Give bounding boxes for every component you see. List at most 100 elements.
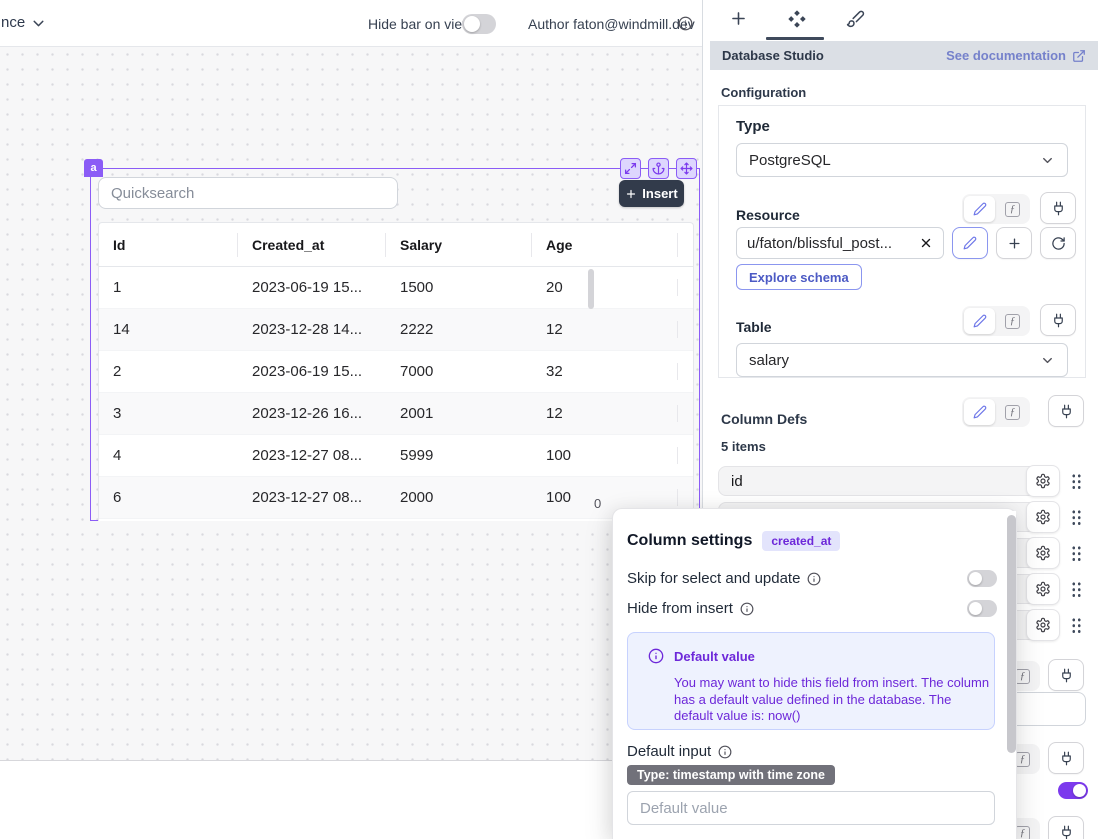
table-cell: 2023-12-27 08...: [238, 489, 386, 506]
column-settings-gear-button[interactable]: [1026, 501, 1060, 533]
table-cell: 2023-06-19 15...: [238, 279, 386, 296]
app-canvas: a Insert IdCreated_atSalaryAge 12023-06-…: [0, 47, 702, 761]
table-scrollbar[interactable]: [588, 269, 594, 309]
table-cell: 14: [99, 321, 238, 338]
table-cell: 1500: [386, 279, 532, 296]
table-row[interactable]: 12023-06-19 15...150020: [99, 267, 693, 309]
alert-body: You may want to hide this field from ins…: [674, 675, 990, 725]
table-cell: 2023-12-28 14...: [238, 321, 386, 338]
plug-icon: [1051, 201, 1066, 216]
column-defs-mode-switch: ƒ: [962, 397, 1030, 427]
drag-handle-icon[interactable]: [1071, 617, 1081, 633]
column-def-item[interactable]: id: [718, 466, 1060, 496]
hide-bar-toggle[interactable]: [462, 14, 496, 34]
column-header-created_at[interactable]: Created_at: [238, 233, 386, 257]
column-settings-gear-button[interactable]: [1026, 609, 1060, 641]
column-header-salary[interactable]: Salary: [386, 233, 532, 257]
clear-icon[interactable]: [919, 236, 933, 250]
info-icon: [648, 648, 664, 664]
explore-schema-button[interactable]: Explore schema: [736, 264, 862, 290]
skip-select-update-toggle[interactable]: [967, 570, 997, 587]
popup-title: Column settings: [627, 532, 752, 550]
column-header-id[interactable]: Id: [99, 233, 238, 257]
popup-scrollbar[interactable]: [1007, 515, 1016, 753]
drag-handle-icon[interactable]: [1071, 509, 1081, 525]
info-icon[interactable]: [740, 602, 754, 616]
hide-from-insert-label: Hide from insert: [627, 600, 733, 617]
column-settings-gear-button[interactable]: [1026, 537, 1060, 569]
resource-input[interactable]: u/faton/blissful_post...: [736, 227, 944, 259]
drag-handle-icon[interactable]: [1071, 581, 1081, 597]
edit-resource-button[interactable]: [952, 227, 988, 259]
connect-plug-button[interactable]: [1048, 395, 1084, 427]
chevron-down-icon: [1040, 153, 1055, 168]
table-cell: 7000: [386, 363, 532, 380]
connect-plug-button[interactable]: [1048, 742, 1084, 774]
plug-icon: [1059, 404, 1074, 419]
anchor-icon[interactable]: [648, 158, 669, 179]
drag-handle-icon[interactable]: [1071, 473, 1081, 489]
table-cell: 2023-12-26 16...: [238, 405, 386, 422]
column-defs-label: Column Defs: [721, 411, 807, 427]
drag-handle-icon[interactable]: [1071, 545, 1081, 561]
tab-component-settings[interactable]: [787, 9, 807, 29]
table-label: Table: [736, 319, 772, 335]
type-select[interactable]: PostgreSQL: [736, 143, 1068, 177]
chevron-down-icon[interactable]: [30, 15, 47, 32]
move-component-handle[interactable]: [676, 158, 697, 179]
table-row[interactable]: 42023-12-27 08...5999100: [99, 435, 693, 477]
plus-icon: [625, 188, 637, 200]
default-value-input[interactable]: [627, 791, 995, 825]
info-icon[interactable]: [718, 745, 732, 759]
table-row[interactable]: 142023-12-28 14...222212: [99, 309, 693, 351]
pencil-icon[interactable]: [964, 196, 995, 222]
add-resource-button[interactable]: [996, 227, 1032, 259]
table-cell: 20: [532, 279, 678, 296]
plug-icon: [1059, 668, 1074, 683]
pagination-count: 0: [594, 496, 601, 511]
column-settings-popup: Column settings created_at Skip for sele…: [612, 508, 1017, 839]
column-settings-gear-button[interactable]: [1026, 573, 1060, 605]
info-icon[interactable]: [807, 572, 821, 586]
expand-component-button[interactable]: [620, 158, 641, 179]
table-cell: 12: [532, 321, 678, 338]
resource-mode-switch: ƒ: [962, 194, 1030, 224]
table-row[interactable]: 32023-12-26 16...200112: [99, 393, 693, 435]
pencil-icon[interactable]: [964, 399, 995, 425]
column-header-age[interactable]: Age: [532, 233, 678, 257]
table-cell: 2023-12-27 08...: [238, 447, 386, 464]
insert-button[interactable]: Insert: [619, 180, 684, 207]
property-toggle[interactable]: [1058, 782, 1088, 799]
pencil-icon[interactable]: [964, 308, 995, 334]
table-body: 12023-06-19 15...150020142023-12-28 14..…: [99, 267, 693, 519]
connect-plug-button[interactable]: [1048, 816, 1084, 839]
function-mode-icon[interactable]: ƒ: [997, 196, 1028, 222]
table-cell: 2001: [386, 405, 532, 422]
connect-plug-button[interactable]: [1040, 304, 1076, 336]
column-defs-count: 5 items: [721, 439, 766, 454]
default-value-alert: Default value You may want to hide this …: [627, 632, 995, 730]
plug-icon: [1059, 751, 1074, 766]
connect-plug-button[interactable]: [1040, 192, 1076, 224]
tab-insert-component[interactable]: [729, 9, 748, 28]
connect-plug-button[interactable]: [1048, 659, 1084, 691]
table-cell: 2023-06-19 15...: [238, 363, 386, 380]
function-mode-icon[interactable]: ƒ: [997, 308, 1028, 334]
table-cell: 1: [99, 279, 238, 296]
table-cell: 6: [99, 489, 238, 506]
author-info-icon[interactable]: [678, 16, 693, 31]
column-settings-gear-button[interactable]: [1026, 465, 1060, 497]
tab-styling[interactable]: [846, 9, 865, 28]
table-select[interactable]: salary: [736, 343, 1068, 377]
see-documentation-link[interactable]: See documentation: [946, 48, 1086, 63]
skip-select-update-label: Skip for select and update: [627, 570, 800, 587]
table-row[interactable]: 22023-06-19 15...700032: [99, 351, 693, 393]
function-mode-icon[interactable]: ƒ: [997, 399, 1028, 425]
table-cell: 5999: [386, 447, 532, 464]
alert-title: Default value: [674, 649, 755, 664]
table-row[interactable]: 62023-12-27 08...2000100: [99, 477, 693, 519]
refresh-resource-button[interactable]: [1040, 227, 1076, 259]
quicksearch-input[interactable]: [98, 177, 398, 209]
hide-from-insert-toggle[interactable]: [967, 600, 997, 617]
plug-icon: [1051, 313, 1066, 328]
